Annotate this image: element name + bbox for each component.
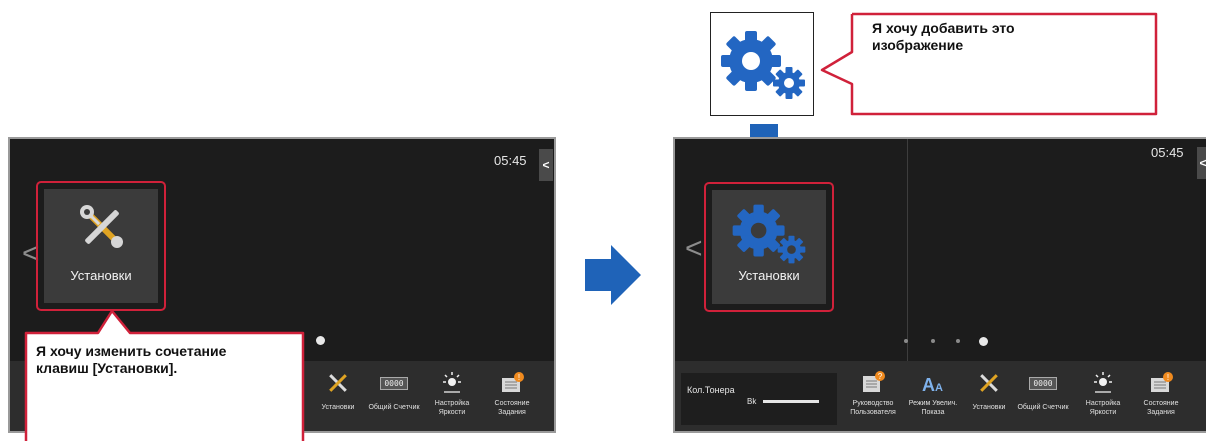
counter-icon: 0000 (366, 369, 422, 397)
settings-shortcut-tile[interactable]: Установки (712, 190, 826, 304)
settings-shortcut-tile[interactable]: Установки (44, 189, 158, 303)
user-guide-icon: ? (843, 369, 903, 397)
dock-item-magnify[interactable]: AA Режим Увелич. Показа (905, 369, 961, 417)
dock-item-settings[interactable]: Установки (310, 369, 366, 412)
magnify-text-icon: AA (905, 369, 961, 397)
page-divider (907, 139, 908, 361)
toner-level-panel: Кол.Тонера Bk (681, 373, 837, 425)
tile-label: Установки (738, 268, 800, 283)
clock: 05:45 (1151, 145, 1184, 160)
dock-item-label: Установки (972, 404, 1006, 411)
svg-text:A: A (935, 382, 943, 394)
gears-icon (721, 31, 805, 99)
wrench-icon (310, 369, 366, 397)
page-dot[interactable] (904, 339, 908, 343)
clock: 05:45 (494, 153, 527, 168)
job-status-icon: ! (482, 369, 542, 397)
page-dot[interactable] (931, 339, 935, 343)
previous-page-arrow[interactable]: < (685, 234, 703, 264)
toner-label: Кол.Тонера (687, 385, 735, 395)
svg-text:!: ! (518, 373, 520, 382)
dock-item-label: Общий Счетчик (368, 404, 420, 411)
page-dot[interactable] (956, 339, 960, 343)
right-device-screen: 05:45 < < Установки Кол.Тонера Bk ? Руко… (673, 137, 1206, 433)
right-callout-text: Я хочу добавить это изображение (872, 20, 1015, 53)
arrow-right-icon (585, 245, 641, 305)
svg-text:A: A (922, 375, 935, 395)
new-icon-preview (710, 12, 814, 116)
page-dot-active[interactable] (979, 337, 988, 346)
counter-icon: 0000 (1015, 369, 1071, 397)
dock-item-counter[interactable]: 0000 Общий Счетчик (1015, 369, 1071, 412)
svg-text:?: ? (878, 372, 883, 381)
wrench-icon (961, 369, 1017, 397)
wrench-screwdriver-icon (78, 203, 126, 251)
dock-item-label: Установки (321, 404, 355, 411)
dock-item-label: Руководство Пользователя (850, 400, 896, 416)
dock-item-label: Состояние Задания (494, 400, 530, 416)
bottom-dock: Кол.Тонера Bk ? Руководство Пользователя… (675, 361, 1206, 431)
dock-item-counter[interactable]: 0000 Общий Счетчик (366, 369, 422, 412)
dock-item-settings[interactable]: Установки (961, 369, 1017, 412)
chevron-left-icon: < (1199, 156, 1206, 170)
side-panel-tab[interactable]: < (539, 149, 553, 181)
dock-item-job-status[interactable]: ! Состояние Задания (1131, 369, 1191, 417)
brightness-icon (1075, 369, 1131, 397)
dock-item-label: Общий Счетчик (1017, 404, 1069, 411)
dock-item-job-status[interactable]: ! Состояние Задания (482, 369, 542, 417)
chevron-left-icon: < (542, 158, 550, 172)
dock-item-label: Состояние Задания (1143, 400, 1179, 416)
left-callout-text: Я хочу изменить сочетание клавиш [Устано… (36, 343, 227, 376)
toner-color-label: Bk (747, 397, 757, 406)
dock-item-label: Режим Увелич. Показа (908, 400, 958, 416)
brightness-icon (424, 369, 480, 397)
side-panel-tab[interactable]: < (1197, 147, 1206, 179)
dock-item-label: Настройка Яркости (1085, 400, 1121, 416)
page-dot-active (316, 336, 325, 345)
gears-icon (724, 194, 814, 274)
dock-item-brightness[interactable]: Настройка Яркости (424, 369, 480, 417)
tile-label: Установки (70, 268, 132, 283)
job-status-icon: ! (1131, 369, 1191, 397)
dock-item-user-guide[interactable]: ? Руководство Пользователя (843, 369, 903, 417)
dock-item-label: Настройка Яркости (434, 400, 470, 416)
chevron-left-icon: < (685, 232, 703, 265)
svg-text:!: ! (1167, 373, 1169, 382)
dock-item-brightness[interactable]: Настройка Яркости (1075, 369, 1131, 417)
toner-level-bar (763, 400, 819, 403)
